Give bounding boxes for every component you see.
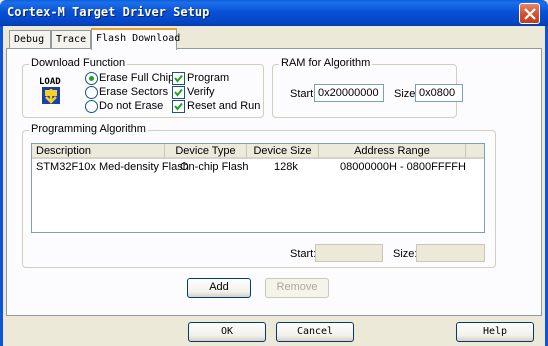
column-header-label: Address Range — [354, 145, 430, 157]
window-title: Cortex-M Target Driver Setup — [7, 5, 210, 19]
checkmark-icon — [174, 88, 183, 97]
group-legend: RAM for Algorithm — [279, 57, 373, 69]
cell-description: STM32F10x Med-density Flash — [36, 161, 189, 173]
group-legend: Programming Algorithm — [29, 123, 148, 135]
help-button[interactable]: Help — [456, 322, 534, 342]
checkbox-label: Reset and Run — [187, 100, 261, 112]
help-button-label: Help — [482, 326, 508, 337]
column-header-label: Device Type — [175, 145, 236, 157]
algo-start-label: Start: — [290, 248, 317, 260]
window-frame-left — [0, 26, 3, 346]
column-header-description[interactable]: Description — [32, 144, 165, 159]
radio-do-not-erase[interactable] — [85, 100, 98, 113]
algo-size-label: Size: — [393, 248, 418, 260]
load-icon-label: LOAD — [39, 77, 61, 87]
title-bar[interactable]: Cortex-M Target Driver Setup — [0, 0, 548, 26]
checkmark-icon — [174, 74, 183, 83]
add-button-label: Add — [209, 281, 229, 293]
checkbox-label: Verify — [187, 86, 215, 98]
tab-flash-download[interactable]: Flash Download — [91, 28, 181, 50]
group-legend: Download Function — [29, 57, 128, 69]
checkbox-verify[interactable] — [172, 86, 185, 99]
tab-label: Flash Download — [96, 33, 181, 44]
checkbox-label: Program — [187, 72, 230, 84]
radio-label: Erase Full Chip — [99, 72, 175, 84]
radio-label: Do not Erase — [99, 100, 164, 112]
load-icon: LOAD — [39, 77, 61, 104]
remove-button[interactable]: Remove — [265, 278, 329, 298]
column-header-device-size[interactable]: Device Size — [247, 144, 319, 159]
remove-button-label: Remove — [276, 281, 318, 293]
ok-button-label: OK — [220, 326, 234, 337]
tab-debug[interactable]: Debug — [9, 30, 51, 50]
algo-size-input[interactable] — [416, 244, 485, 262]
close-button[interactable] — [519, 3, 540, 24]
ram-size-value: 0x0800 — [419, 87, 456, 99]
checkbox-program[interactable] — [172, 72, 185, 85]
cell-address-range: 08000000H - 0800FFFFH — [340, 161, 466, 173]
column-header-address-range[interactable]: Address Range — [319, 144, 466, 159]
ok-button[interactable]: OK — [188, 322, 266, 342]
radio-erase-full-chip[interactable] — [85, 72, 98, 85]
radio-erase-sectors[interactable] — [85, 86, 98, 99]
tab-label: Trace — [56, 34, 87, 45]
add-button[interactable]: Add — [187, 278, 251, 298]
radio-label: Erase Sectors — [99, 86, 169, 98]
ram-start-input[interactable]: 0x20000000 — [314, 84, 384, 102]
ram-start-label: Start: — [290, 88, 317, 100]
cancel-button[interactable]: Cancel — [276, 322, 354, 342]
column-header-filler — [466, 144, 484, 159]
algo-start-input[interactable] — [315, 244, 383, 262]
ram-start-value: 0x20000000 — [318, 87, 379, 99]
column-header-device-type[interactable]: Device Type — [165, 144, 247, 159]
column-header-label: Description — [36, 145, 92, 157]
cell-device-type: On-chip Flash — [180, 161, 249, 173]
tab-trace[interactable]: Trace — [51, 30, 91, 50]
checkbox-reset-and-run[interactable] — [172, 100, 185, 113]
column-header-label: Device Size — [253, 145, 312, 157]
tab-label: Debug — [14, 34, 45, 45]
ram-size-input[interactable]: 0x0800 — [415, 84, 463, 102]
algorithm-list[interactable]: Description Device Type Device Size Addr… — [31, 143, 485, 233]
checkmark-icon — [174, 102, 183, 111]
cancel-button-label: Cancel — [296, 326, 334, 337]
cell-device-size: 128k — [274, 161, 298, 173]
close-icon — [524, 8, 536, 20]
